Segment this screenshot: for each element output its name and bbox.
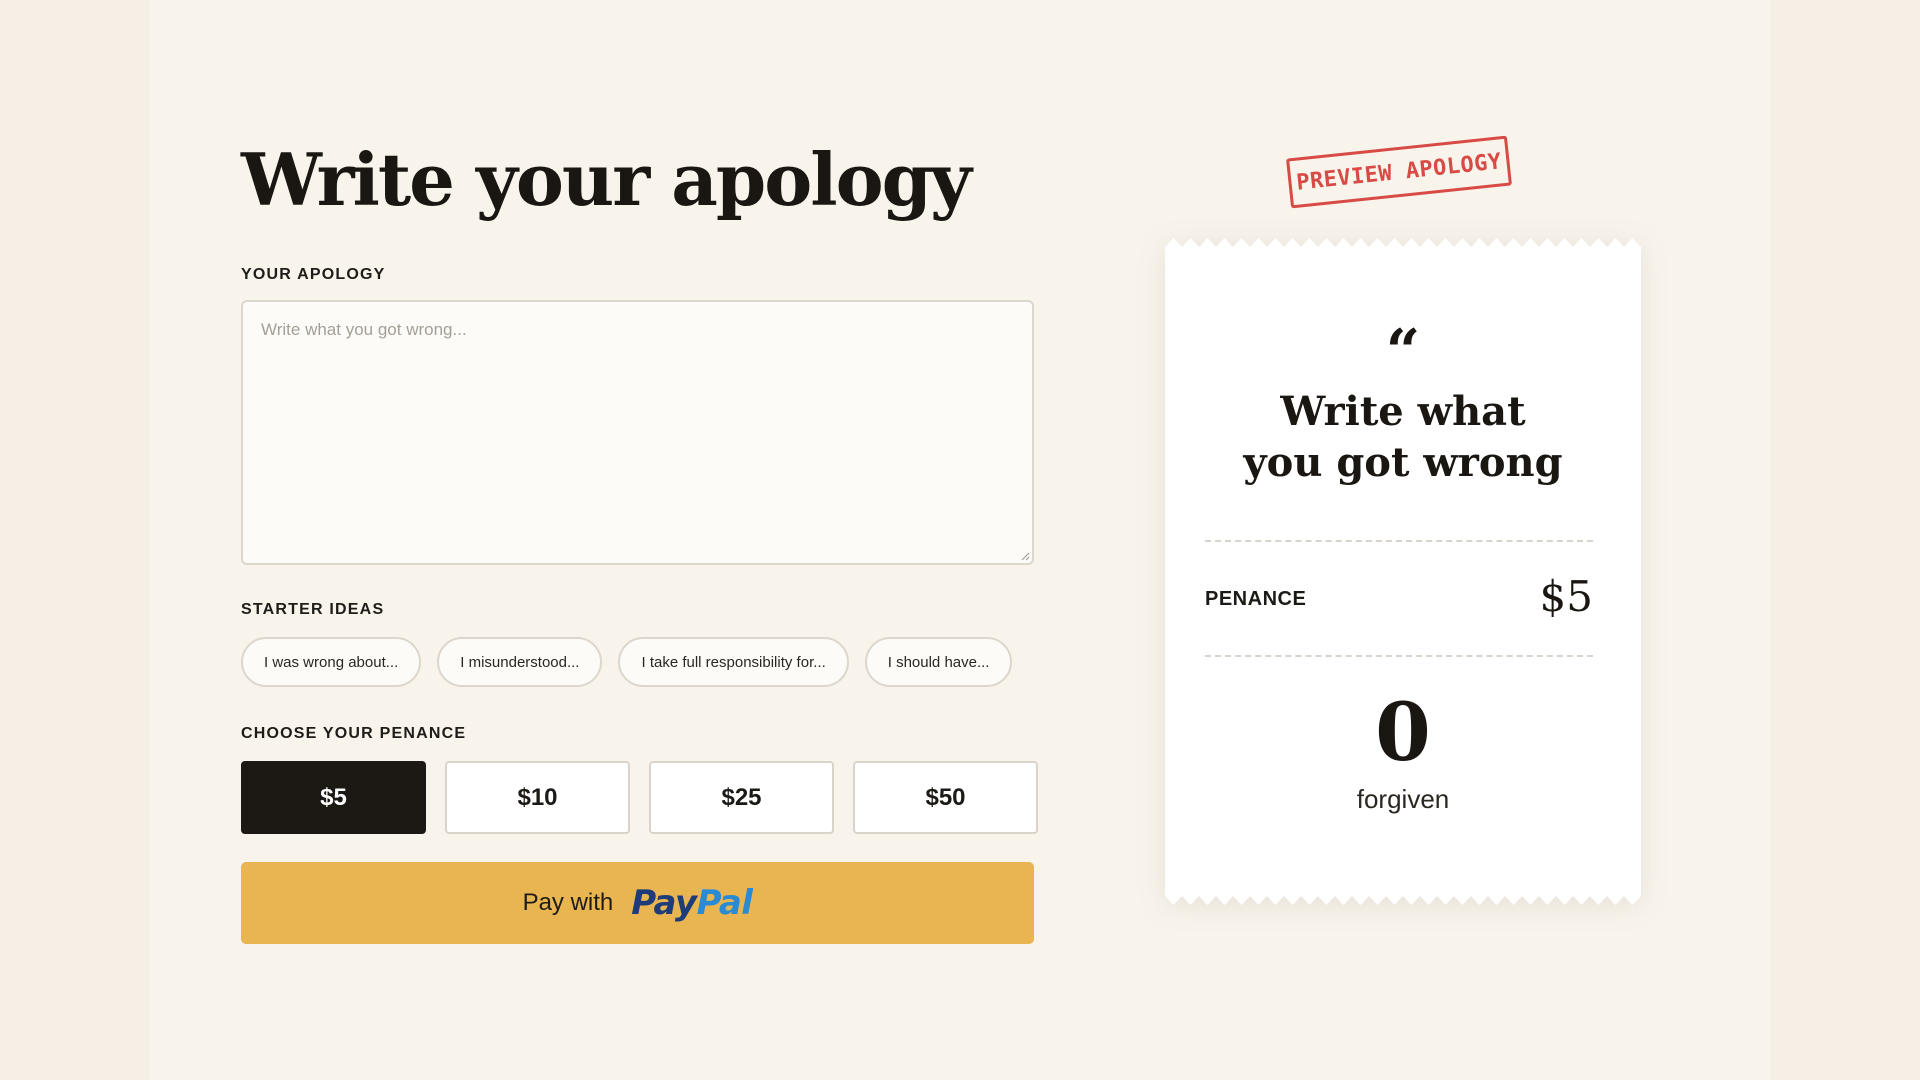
preview-apology-text: Write what you got wrong [1243,388,1563,487]
starter-ideas-label: STARTER IDEAS [241,601,385,618]
penance-amount-button[interactable]: $25 [649,761,834,834]
apology-textarea[interactable] [241,300,1034,565]
penance-amount-button-selected[interactable]: $5 [241,761,426,834]
resize-handle-icon[interactable] [1020,551,1030,561]
starter-idea-chip[interactable]: I should have... [864,637,1013,687]
starter-ideas-list: I was wrong about... I misunderstood... … [241,637,1013,687]
receipt-penance-value: $5 [1539,572,1593,621]
starter-idea-chip[interactable]: I misunderstood... [437,637,603,687]
paypal-logo: PayPal [631,883,753,923]
pay-with-label: Pay with [522,889,614,916]
forgiven-count: 0 [1375,685,1431,779]
penance-choice-label: CHOOSE YOUR PENANCE [241,725,467,742]
apology-label: YOUR APOLOGY [241,266,386,283]
penance-amount-button[interactable]: $10 [445,761,630,834]
penance-amount-button[interactable]: $50 [853,761,1038,834]
forgiven-label: forgiven [1356,784,1450,814]
stamp-text: PREVIEW APOLOGY [1295,148,1503,196]
page-title: Write your apology [241,137,972,222]
receipt-divider [1205,655,1593,657]
quote-mark-icon: “ [1385,317,1421,387]
starter-idea-chip[interactable]: I take full responsibility for... [618,637,849,687]
pay-with-paypal-button[interactable]: Pay with PayPal [241,862,1034,944]
receipt-penance-label: PENANCE [1205,588,1307,610]
penance-amount-group: $5 $10 $25 $50 [241,761,1038,834]
starter-idea-chip[interactable]: I was wrong about... [241,637,422,687]
receipt-divider [1205,540,1593,542]
